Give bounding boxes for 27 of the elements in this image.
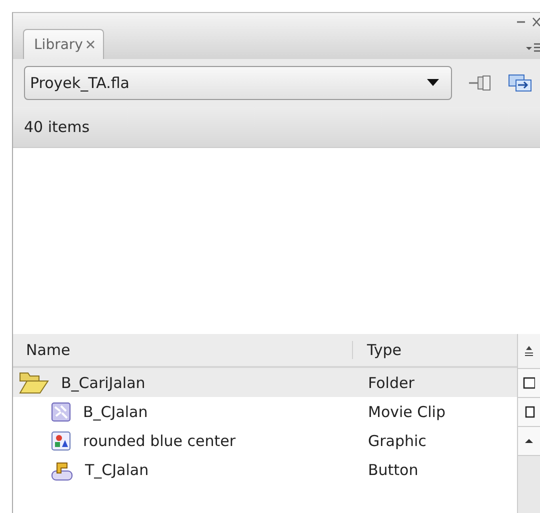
panel-menu-icon[interactable] — [526, 43, 540, 53]
folder-icon[interactable] — [19, 370, 49, 394]
item-type: Folder — [367, 374, 414, 392]
document-dropdown[interactable]: Proyek_TA.fla — [24, 66, 452, 100]
item-name: B_CariJalan — [61, 374, 146, 392]
library-row[interactable]: B_CariJalan Folder — [13, 368, 517, 397]
wide-view-icon[interactable] — [523, 377, 535, 389]
caret-icon — [427, 79, 439, 87]
close-icon[interactable] — [86, 40, 95, 49]
column-header[interactable]: Name — [13, 341, 353, 359]
item-type: Graphic — [367, 432, 426, 450]
new-library-icon[interactable] — [508, 73, 532, 93]
item-type: Button — [367, 460, 418, 478]
pin-icon[interactable] — [468, 73, 492, 93]
item-name: rounded blue center — [83, 432, 236, 450]
library-tab[interactable]: Library — [23, 29, 104, 59]
close-icon[interactable] — [532, 17, 540, 27]
item-name: T_CJalan — [85, 460, 149, 478]
graphic-icon — [51, 430, 71, 450]
sort-icon[interactable] — [524, 345, 534, 357]
item-type: Movie Clip — [367, 402, 446, 420]
scroll-up-icon[interactable] — [524, 437, 534, 445]
item-count: 40 items — [13, 107, 540, 147]
item-name: B_CJalan — [83, 402, 148, 420]
movie-clip-icon — [51, 402, 71, 422]
column-header[interactable]: Type — [353, 341, 402, 359]
narrow-view-icon[interactable] — [523, 406, 535, 418]
